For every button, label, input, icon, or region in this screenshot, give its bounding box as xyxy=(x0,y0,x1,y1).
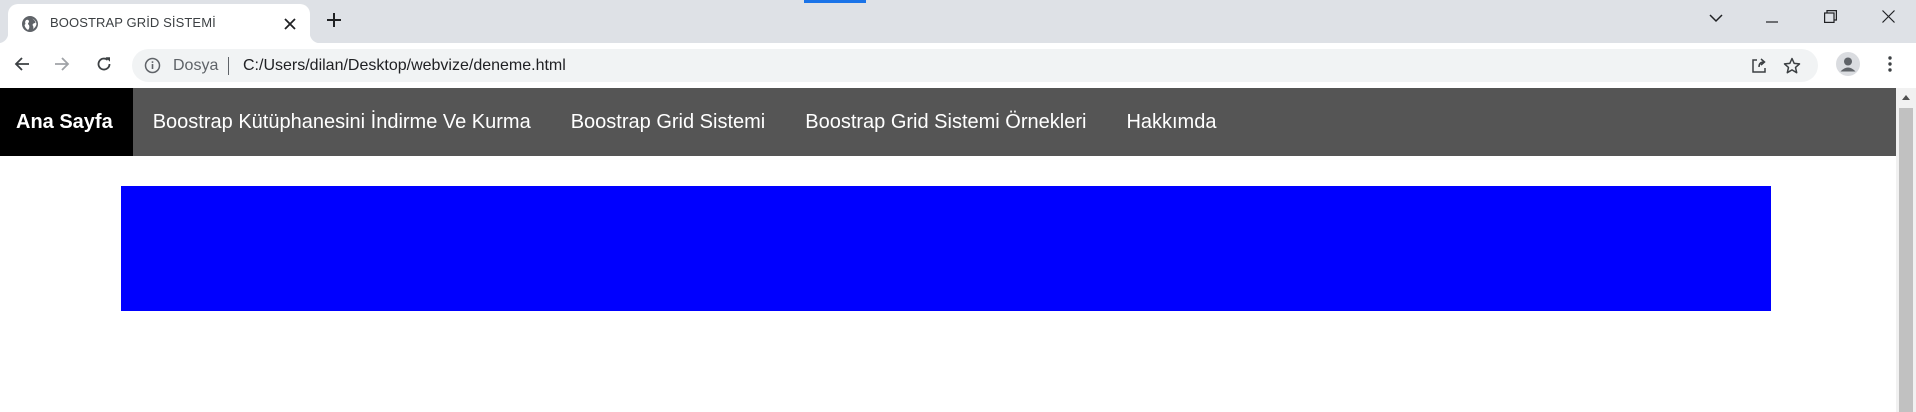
reload-button[interactable] xyxy=(88,50,120,82)
close-icon[interactable] xyxy=(280,14,300,34)
back-button[interactable] xyxy=(6,50,38,82)
profile-button[interactable] xyxy=(1832,50,1864,82)
scroll-up-arrow-icon[interactable] xyxy=(1896,88,1916,106)
nav-link-hakkimda[interactable]: Hakkımda xyxy=(1106,88,1236,156)
tab-search-button[interactable] xyxy=(1688,0,1744,38)
browser-tab-active[interactable]: BOOSTRAP GRİD SİSTEMİ xyxy=(0,4,320,43)
blue-content-box xyxy=(121,186,1771,311)
page-scrollbar[interactable] xyxy=(1896,88,1916,412)
globe-icon xyxy=(21,15,39,33)
security-label: Dosya xyxy=(173,57,219,74)
close-icon xyxy=(1881,10,1895,28)
site-navbar: Ana Sayfa Boostrap Kütüphanesini İndirme… xyxy=(0,88,1896,156)
kebab-menu-icon xyxy=(1888,55,1892,77)
restore-icon xyxy=(1823,10,1837,28)
url-text[interactable]: C:/Users/dilan/Desktop/webvize/deneme.ht… xyxy=(243,57,566,75)
chevron-down-icon xyxy=(1709,10,1723,28)
restore-button[interactable] xyxy=(1802,0,1858,38)
tab-strip-accent xyxy=(804,0,866,3)
address-separator xyxy=(228,57,229,75)
share-icon[interactable] xyxy=(1748,55,1770,77)
browser-toolbar: Dosya C:/Users/dilan/Desktop/webvize/den… xyxy=(0,43,1916,88)
address-bar[interactable]: Dosya C:/Users/dilan/Desktop/webvize/den… xyxy=(132,49,1818,82)
arrow-left-icon xyxy=(14,56,30,77)
nav-link-ana-sayfa[interactable]: Ana Sayfa xyxy=(0,88,133,156)
tab-title: BOOSTRAP GRİD SİSTEMİ xyxy=(50,15,216,30)
scrollbar-thumb[interactable] xyxy=(1899,108,1913,412)
reload-icon xyxy=(96,56,112,77)
plus-icon xyxy=(326,12,342,33)
window-close-button[interactable] xyxy=(1860,0,1916,38)
forward-button[interactable] xyxy=(46,50,78,82)
new-tab-button[interactable] xyxy=(320,8,348,36)
minimize-button[interactable] xyxy=(1744,0,1800,38)
nav-link-grid-sistemi[interactable]: Boostrap Grid Sistemi xyxy=(551,88,786,156)
profile-icon xyxy=(1836,51,1860,81)
info-icon[interactable] xyxy=(144,57,161,74)
minimize-icon xyxy=(1766,10,1778,28)
tab-strip: BOOSTRAP GRİD SİSTEMİ xyxy=(0,0,1916,43)
browser-menu-button[interactable] xyxy=(1874,50,1906,82)
nav-link-grid-ornekleri[interactable]: Boostrap Grid Sistemi Örnekleri xyxy=(785,88,1106,156)
arrow-right-icon xyxy=(54,56,70,77)
star-icon[interactable] xyxy=(1781,55,1803,77)
nav-link-kutuphane-kurulum[interactable]: Boostrap Kütüphanesini İndirme Ve Kurma xyxy=(133,88,551,156)
